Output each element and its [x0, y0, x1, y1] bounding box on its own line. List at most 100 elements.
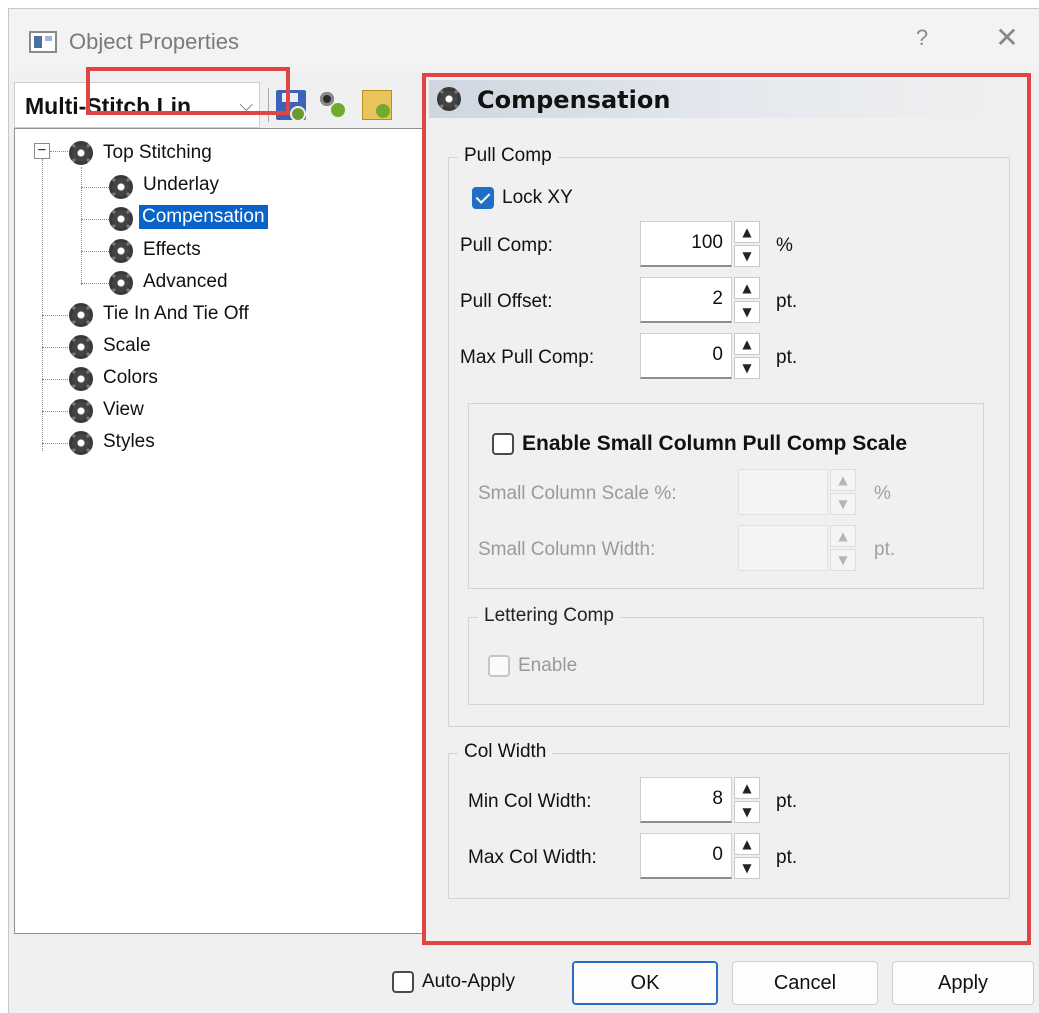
section-header: Compensation: [429, 80, 1025, 118]
max-pull-comp-stepper[interactable]: ▲ ▼: [734, 333, 760, 379]
max-pull-comp-unit: pt.: [776, 347, 798, 368]
max-col-width-stepper[interactable]: ▲ ▼: [734, 833, 760, 879]
folder-gear-icon[interactable]: [362, 90, 392, 120]
tree-connector: [42, 159, 43, 451]
stepper-up-icon[interactable]: ▲: [734, 333, 760, 355]
pull-comp-stepper[interactable]: ▲ ▼: [734, 221, 760, 267]
min-col-width-label: Min Col Width:: [468, 791, 592, 812]
col-width-legend: Col Width: [458, 741, 553, 763]
apply-button[interactable]: Apply: [892, 961, 1034, 1005]
collapse-toggle[interactable]: −: [34, 143, 50, 159]
pull-offset-label: Pull Offset:: [460, 291, 553, 312]
tree-item-advanced[interactable]: Advanced: [143, 271, 228, 293]
lock-xy-label: Lock XY: [502, 187, 573, 208]
auto-apply-checkbox[interactable]: [392, 971, 414, 993]
stepper-up-icon[interactable]: ▲: [734, 277, 760, 299]
gear-icon: [69, 303, 93, 327]
tree-item-styles[interactable]: Styles: [103, 431, 155, 453]
gear-icon: [69, 399, 93, 423]
help-button[interactable]: ?: [907, 25, 937, 51]
gear-icon: [69, 431, 93, 455]
tree-item-top-stitching[interactable]: Top Stitching: [103, 142, 212, 164]
tree-item-effects[interactable]: Effects: [143, 239, 201, 261]
enable-small-column-checkbox[interactable]: [492, 433, 514, 455]
lettering-enable-checkbox[interactable]: [488, 655, 510, 677]
tree-connector: [42, 315, 72, 316]
gear-icon: [437, 87, 461, 111]
tree-connector: [81, 283, 109, 284]
gears-icon[interactable]: [318, 90, 348, 120]
tree-connector: [81, 167, 82, 285]
stepper-down-icon[interactable]: ▼: [734, 857, 760, 879]
tree-connector: [81, 187, 109, 188]
small-column-scale-label: Small Column Scale %:: [478, 483, 677, 504]
gear-icon: [69, 367, 93, 391]
ok-button[interactable]: OK: [572, 961, 718, 1005]
stepper-down-icon[interactable]: ▼: [830, 493, 856, 515]
pull-offset-input[interactable]: 2: [640, 277, 732, 323]
small-column-width-input[interactable]: [738, 525, 828, 571]
cancel-button[interactable]: Cancel: [732, 961, 878, 1005]
lettering-enable-label: Enable: [518, 655, 578, 676]
stepper-up-icon[interactable]: ▲: [734, 777, 760, 799]
auto-apply-label: Auto-Apply: [422, 971, 515, 992]
stepper-up-icon[interactable]: ▲: [734, 221, 760, 243]
max-pull-comp-input[interactable]: 0: [640, 333, 732, 379]
section-title: Compensation: [477, 86, 671, 114]
lettering-comp-legend: Lettering Comp: [478, 605, 620, 627]
tree-connector: [81, 251, 109, 252]
pull-comp-legend: Pull Comp: [458, 145, 558, 167]
window-icon: [29, 31, 57, 53]
tree-connector: [42, 347, 72, 348]
title-bar[interactable]: Object Properties ? ✕: [9, 9, 1039, 71]
tree-item-view[interactable]: View: [103, 399, 144, 421]
stepper-up-icon[interactable]: ▲: [830, 469, 856, 491]
gear-icon: [109, 239, 133, 263]
small-column-scale-input[interactable]: [738, 469, 828, 515]
tree-item-underlay[interactable]: Underlay: [143, 174, 219, 196]
max-col-width-input[interactable]: 0: [640, 833, 732, 879]
stepper-up-icon[interactable]: ▲: [734, 833, 760, 855]
min-col-width-input[interactable]: 8: [640, 777, 732, 823]
pull-comp-unit: %: [776, 235, 793, 256]
tree-item-compensation[interactable]: Compensation: [139, 205, 268, 229]
pull-comp-input[interactable]: 100: [640, 221, 732, 267]
stepper-down-icon[interactable]: ▼: [830, 549, 856, 571]
min-col-width-unit: pt.: [776, 791, 798, 812]
gear-icon: [109, 175, 133, 199]
tree-item-scale[interactable]: Scale: [103, 335, 151, 357]
max-col-width-label: Max Col Width:: [468, 847, 597, 868]
pull-offset-unit: pt.: [776, 291, 798, 312]
gear-icon: [69, 141, 93, 165]
gear-icon: [69, 335, 93, 359]
tree-connector: [81, 219, 109, 220]
tree-item-tie-in-tie-off[interactable]: Tie In And Tie Off: [103, 303, 249, 325]
max-col-width-unit: pt.: [776, 847, 798, 868]
min-col-width-stepper[interactable]: ▲ ▼: [734, 777, 760, 823]
small-column-scale-unit: %: [874, 483, 891, 504]
stepper-up-icon[interactable]: ▲: [830, 525, 856, 547]
tree-item-colors[interactable]: Colors: [103, 367, 158, 389]
property-tree[interactable]: − Top Stitching Underlay Compensation Ef…: [14, 128, 423, 934]
compensation-panel: Compensation Pull Comp Lock XY Pull Comp…: [422, 73, 1031, 945]
stepper-down-icon[interactable]: ▼: [734, 801, 760, 823]
pull-offset-stepper[interactable]: ▲ ▼: [734, 277, 760, 323]
lock-xy-checkbox[interactable]: [472, 187, 494, 209]
max-pull-comp-label: Max Pull Comp:: [460, 347, 595, 368]
pull-comp-label: Pull Comp:: [460, 235, 553, 256]
selection-highlight-frame: [86, 67, 290, 115]
stepper-down-icon[interactable]: ▼: [734, 301, 760, 323]
small-column-width-unit: pt.: [874, 539, 896, 560]
window-title: Object Properties: [69, 29, 239, 54]
small-column-scale-stepper[interactable]: ▲ ▼: [830, 469, 856, 515]
tree-connector: [42, 411, 72, 412]
gear-icon: [109, 207, 133, 231]
stepper-down-icon[interactable]: ▼: [734, 245, 760, 267]
gear-icon: [109, 271, 133, 295]
tree-connector: [42, 379, 72, 380]
small-column-width-label: Small Column Width:: [478, 539, 656, 560]
close-button[interactable]: ✕: [989, 21, 1025, 54]
small-column-width-stepper[interactable]: ▲ ▼: [830, 525, 856, 571]
enable-small-column-label: Enable Small Column Pull Comp Scale: [522, 432, 908, 455]
stepper-down-icon[interactable]: ▼: [734, 357, 760, 379]
